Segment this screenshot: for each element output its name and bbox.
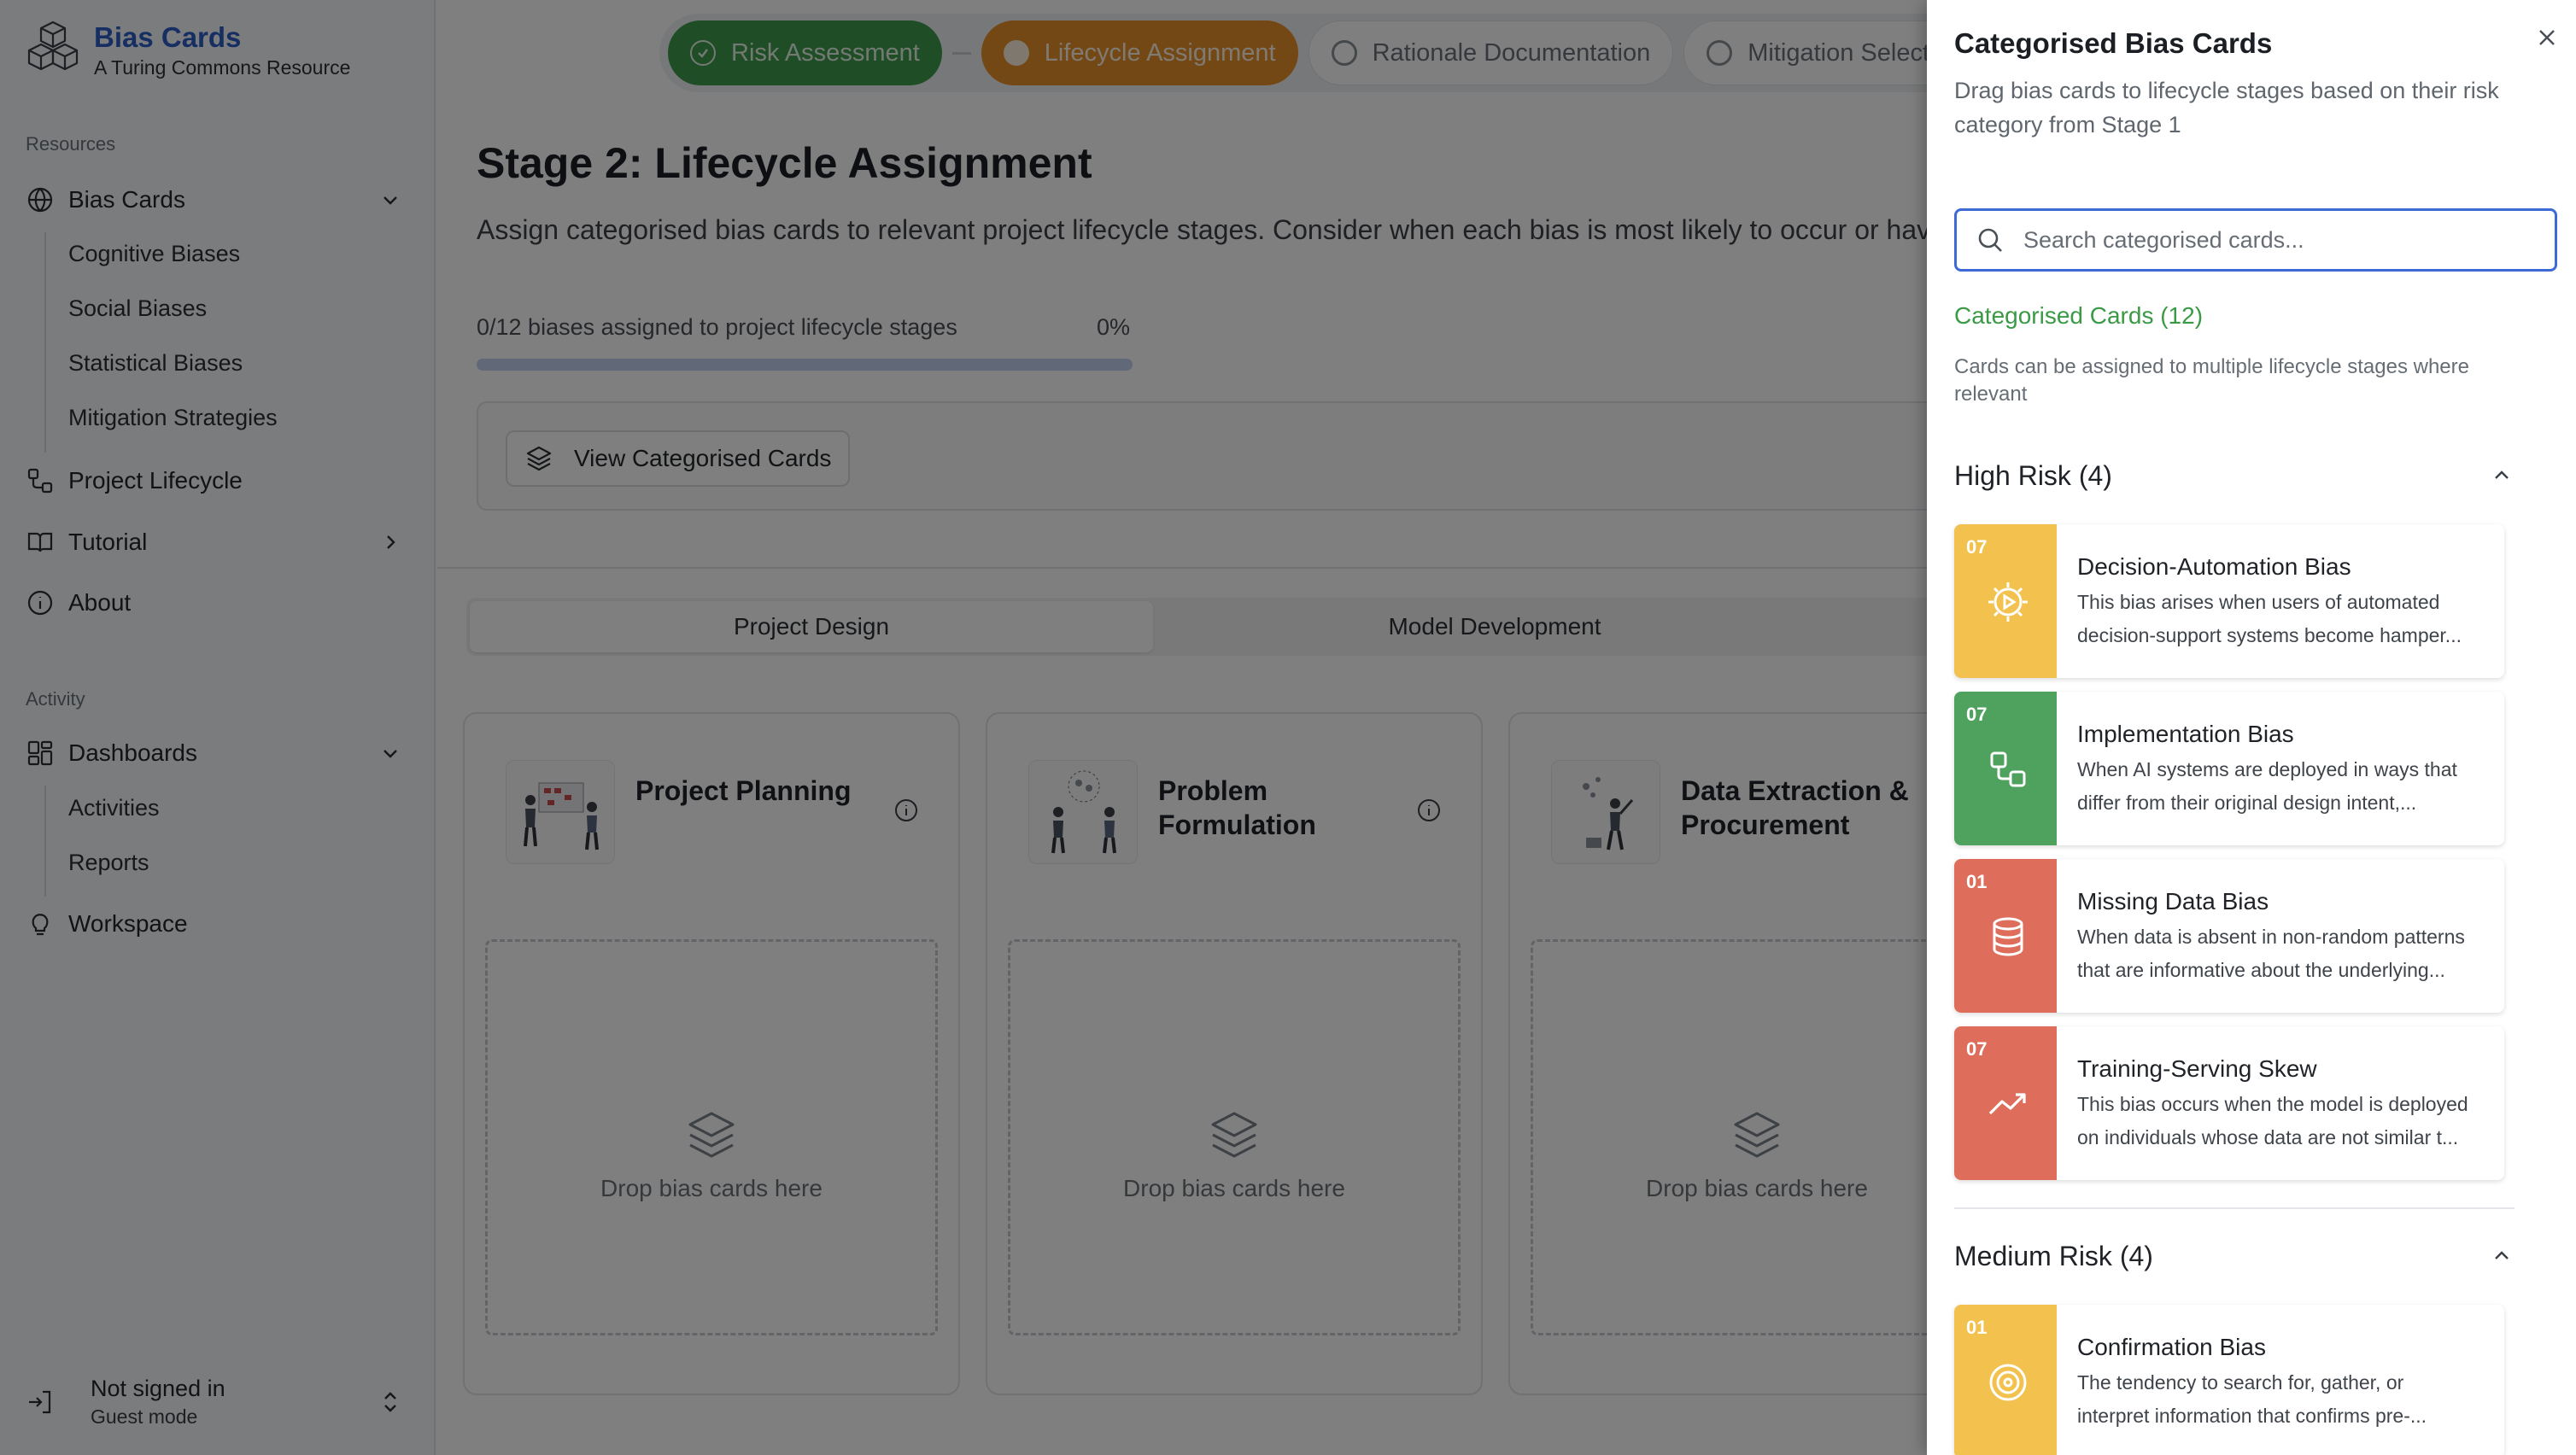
card-description-line: This bias occurs when the model is deplo… bbox=[2077, 1093, 2468, 1115]
card-title: Training-Serving Skew bbox=[2077, 1055, 2317, 1082]
card-title: Implementation Bias bbox=[2077, 721, 2294, 747]
sheet-title: Categorised Bias Cards bbox=[1954, 27, 2273, 59]
card-description: This bias occurs when the model is deplo… bbox=[2077, 1088, 2487, 1154]
categorised-cards-sheet: Categorised Bias Cards Drag bias cards t… bbox=[1927, 0, 2576, 1455]
group-label: Medium Risk (4) bbox=[1954, 1240, 2153, 1271]
card-description-line: When data is absent in non-random patter… bbox=[2077, 926, 2465, 948]
card-number: 07 bbox=[1966, 536, 1988, 558]
card-title: Decision-Automation Bias bbox=[2077, 553, 2351, 580]
card-description-line: on individuals whose data are not simila… bbox=[2077, 1126, 2459, 1148]
card-description: When data is absent in non-random patter… bbox=[2077, 920, 2487, 987]
bias-card-missing-data[interactable]: 01 Missing Data Bias When data is absent… bbox=[1954, 859, 2504, 1013]
close-icon[interactable] bbox=[2533, 24, 2561, 51]
card-number: 07 bbox=[1966, 1038, 1988, 1060]
card-description-line: The tendency to search for, gather, or bbox=[2077, 1371, 2404, 1394]
bias-card-implementation[interactable]: 07 Implementation Bias When AI systems a… bbox=[1954, 692, 2504, 845]
card-description-line: that are informative about the underlyin… bbox=[2077, 959, 2445, 981]
high-risk-group-header[interactable]: High Risk (4) bbox=[1954, 454, 2515, 497]
group-label: High Risk (4) bbox=[1954, 459, 2112, 491]
chevron-up-icon bbox=[2495, 470, 2509, 479]
medium-risk-group-header[interactable]: Medium Risk (4) bbox=[1954, 1235, 2515, 1277]
card-number: 01 bbox=[1966, 1317, 1988, 1338]
assignment-note: Cards can be assigned to multiple lifecy… bbox=[1954, 355, 2469, 406]
gear-play-icon bbox=[1988, 582, 2028, 622]
card-description-line: When AI systems are deployed in ways tha… bbox=[2077, 758, 2457, 780]
chevron-up-icon bbox=[2495, 1251, 2509, 1259]
search-input[interactable] bbox=[2023, 226, 2536, 254]
categorised-count-label: Categorised Cards (12) bbox=[1954, 302, 2204, 329]
card-title: Confirmation Bias bbox=[2077, 1334, 2266, 1360]
group-divider bbox=[1954, 1207, 2515, 1209]
bias-card-training-serving-skew[interactable]: 07 Training-Serving Skew This bias occur… bbox=[1954, 1026, 2504, 1180]
target-icon bbox=[1989, 1364, 2027, 1401]
modal-overlay[interactable] bbox=[0, 0, 1927, 1455]
card-description: When AI systems are deployed in ways tha… bbox=[2077, 753, 2487, 820]
bias-card-confirmation[interactable]: 01 Confirmation Bias The tendency to sea… bbox=[1954, 1305, 2504, 1455]
card-description-line: interpret information that confirms pre-… bbox=[2077, 1405, 2427, 1427]
card-number: 07 bbox=[1966, 704, 1988, 725]
card-description: The tendency to search for, gather, or i… bbox=[2077, 1366, 2487, 1433]
card-description-line: differ from their original design intent… bbox=[2077, 792, 2417, 814]
card-number: 01 bbox=[1966, 871, 1988, 892]
bias-card-decision-automation[interactable]: 07 Decision-Automation Bias This bias ar… bbox=[1954, 524, 2504, 678]
card-description-line: This bias arises when users of automated bbox=[2077, 591, 2440, 613]
card-title: Missing Data Bias bbox=[2077, 888, 2269, 914]
database-icon bbox=[1993, 917, 2023, 956]
card-description-line: decision-support systems become hamper..… bbox=[2077, 624, 2462, 646]
workflow-icon bbox=[1990, 751, 2026, 787]
sheet-description: Drag bias cards to lifecycle stages base… bbox=[1954, 78, 2499, 137]
card-description: This bias arises when users of automated… bbox=[2077, 586, 2487, 652]
search-box[interactable] bbox=[1954, 208, 2557, 272]
search-icon bbox=[1978, 228, 2002, 252]
trend-up-icon bbox=[1988, 1093, 2026, 1115]
